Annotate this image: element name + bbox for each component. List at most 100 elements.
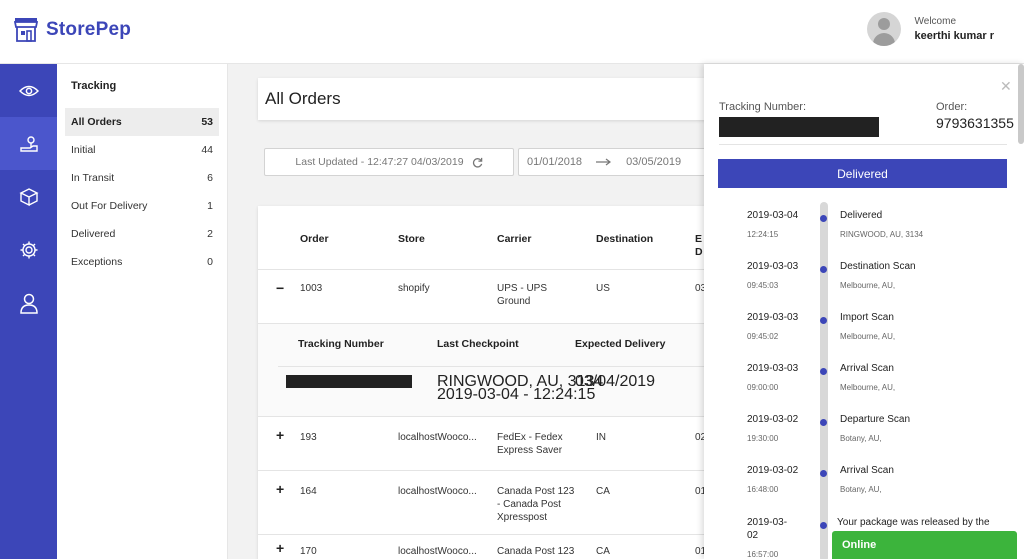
- submenu-item-label: In Transit: [71, 172, 115, 184]
- logo[interactable]: StorePep: [14, 17, 131, 43]
- table-header-row: Order Store Carrier Destination ED: [258, 206, 704, 270]
- event-location: Melbourne, AU,: [840, 383, 896, 392]
- store-cell: localhostWooco...: [398, 486, 477, 497]
- event-time: 16:57:00: [747, 550, 779, 559]
- timeline-event: 2019-03-03 09:45:03 Destination Scan Mel…: [704, 260, 1024, 311]
- submenu-item-count: 53: [201, 116, 213, 128]
- rail-item-account[interactable]: [0, 276, 57, 329]
- event-status: Delivered: [840, 210, 883, 221]
- user-menu[interactable]: Welcome keerthi kumar r: [866, 12, 994, 46]
- tracking-detail-panel: ✕ Tracking Number: Order: 9793631355 Del…: [704, 64, 1024, 559]
- event-date: 2019-03-02: [747, 517, 788, 541]
- column-header-expected[interactable]: ED: [695, 233, 703, 259]
- event-time: 16:48:00: [747, 485, 779, 494]
- app-name: StorePep: [46, 19, 132, 40]
- rail-item-settings[interactable]: [0, 223, 57, 276]
- event-status: Your package was released by the: [837, 517, 990, 528]
- event-location: RINGWOOD, AU, 3134: [840, 230, 924, 239]
- timeline-dot: [820, 419, 827, 426]
- submenu-item-initial[interactable]: Initial 44: [65, 136, 219, 164]
- carrier-cell: Canada Post 123: [497, 546, 575, 557]
- refresh-button[interactable]: Last Updated - 12:47:27 04/03/2019: [264, 148, 514, 176]
- carrier-cell: UPS - UPS Ground: [497, 283, 548, 307]
- column-header-order[interactable]: Order: [300, 233, 329, 246]
- rail-item-packages[interactable]: [0, 170, 57, 223]
- sub-header-tracking: Tracking Number: [298, 338, 384, 350]
- submenu-item-count: 1: [207, 200, 213, 212]
- submenu-item-out-for-delivery[interactable]: Out For Delivery 1: [65, 192, 219, 220]
- event-date: 2019-03-03: [747, 312, 799, 323]
- expected-cell: 01: [695, 546, 704, 557]
- icon-rail: [0, 64, 57, 559]
- timeline-dot: [820, 317, 827, 324]
- column-header-carrier[interactable]: Carrier: [497, 233, 531, 246]
- welcome-label: Welcome: [914, 16, 957, 27]
- redacted-tracking-number[interactable]: [286, 375, 412, 388]
- store-cell: shopify: [398, 283, 430, 294]
- date-to: 03/05/2019: [626, 156, 682, 168]
- event-location: Melbourne, AU,: [840, 332, 896, 341]
- status-badge: Delivered: [718, 159, 1007, 188]
- submenu-item-exceptions[interactable]: Exceptions 0: [65, 248, 219, 276]
- tracking-subtable: Tracking Number Last Checkpoint Expected…: [258, 324, 704, 417]
- submenu-item-count: 44: [201, 144, 213, 156]
- avatar[interactable]: [866, 12, 901, 46]
- expected-cell: 01: [695, 486, 704, 497]
- event-date: 2019-03-03: [747, 363, 799, 374]
- tracking-number-label: Tracking Number:: [719, 101, 807, 113]
- arrow-right-icon: [596, 158, 612, 166]
- date-range-picker[interactable]: 01/01/2018 03/05/2019: [518, 148, 704, 176]
- tracking-submenu: Tracking All Orders 53 Initial 44 In Tra…: [57, 64, 228, 559]
- store-cell: localhostWooco...: [398, 546, 477, 557]
- column-header-store[interactable]: Store: [398, 233, 425, 246]
- order-cell[interactable]: 193: [300, 431, 317, 444]
- rail-item-overview[interactable]: [0, 64, 57, 117]
- table-row[interactable]: + 193 localhostWooco... FedEx - Fedex Exp…: [258, 417, 704, 471]
- tracking-icon: [19, 135, 38, 152]
- submenu-item-in-transit[interactable]: In Transit 6: [65, 164, 219, 192]
- sub-header-expected: Expected Delivery: [575, 338, 666, 350]
- table-row[interactable]: + 170 localhostWooco... Canada Post 123 …: [258, 535, 704, 559]
- last-updated-label: Last Updated - 12:47:27 04/03/2019: [295, 156, 464, 168]
- destination-cell: US: [596, 283, 610, 294]
- storefront-icon: [14, 18, 38, 42]
- event-location: Melbourne, AU,: [840, 281, 896, 290]
- expand-toggle[interactable]: +: [276, 541, 284, 555]
- table-row[interactable]: − 1003 shopify UPS - UPS Ground US 03: [258, 270, 704, 324]
- submenu-item-label: Initial: [71, 144, 96, 156]
- submenu-item-delivered[interactable]: Delivered 2: [65, 220, 219, 248]
- timeline-event: 2019-03-04 12:24:15 Delivered RINGWOOD, …: [704, 209, 1024, 260]
- submenu-item-all-orders[interactable]: All Orders 53: [65, 108, 219, 136]
- expected-delivery-cell: 03/04/2019: [575, 373, 656, 390]
- timeline-dot: [820, 215, 827, 222]
- submenu-item-count: 0: [207, 256, 213, 268]
- redacted-tracking-number: [719, 117, 879, 137]
- rail-item-tracking[interactable]: [0, 117, 57, 170]
- order-cell[interactable]: 170: [300, 545, 317, 558]
- collapse-toggle[interactable]: −: [276, 281, 284, 295]
- event-time: 19:30:00: [747, 434, 779, 443]
- destination-cell: IN: [596, 432, 606, 443]
- expand-toggle[interactable]: +: [276, 482, 284, 496]
- event-location: Botany, AU,: [840, 434, 882, 443]
- timeline-event: 2019-03-02 19:30:00 Departure Scan Botan…: [704, 413, 1024, 464]
- order-cell[interactable]: 1003: [300, 282, 322, 295]
- user-icon: [19, 293, 38, 314]
- chat-online-button[interactable]: Online: [832, 531, 1017, 559]
- panel-scrollbar[interactable]: [1018, 64, 1024, 144]
- top-header: StorePep Welcome keerthi kumar r: [0, 0, 1024, 64]
- close-icon[interactable]: ✕: [1000, 78, 1012, 95]
- orders-table: Order Store Carrier Destination ED − 100…: [258, 206, 704, 559]
- event-status: Arrival Scan: [840, 363, 894, 374]
- table-row[interactable]: + 164 localhostWooco... Canada Post 123-…: [258, 471, 704, 535]
- timeline-dot: [820, 368, 827, 375]
- expand-toggle[interactable]: +: [276, 428, 284, 442]
- column-header-destination[interactable]: Destination: [596, 233, 653, 246]
- order-cell[interactable]: 164: [300, 485, 317, 498]
- expected-cell: 03: [695, 283, 704, 294]
- sub-header-checkpoint: Last Checkpoint: [437, 338, 519, 350]
- event-date: 2019-03-02: [747, 414, 799, 425]
- timeline-event: 2019-03-03 09:00:00 Arrival Scan Melbour…: [704, 362, 1024, 413]
- main-content: All Orders Last Updated - 12:47:27 04/03…: [228, 64, 704, 559]
- event-date: 2019-03-03: [747, 261, 799, 272]
